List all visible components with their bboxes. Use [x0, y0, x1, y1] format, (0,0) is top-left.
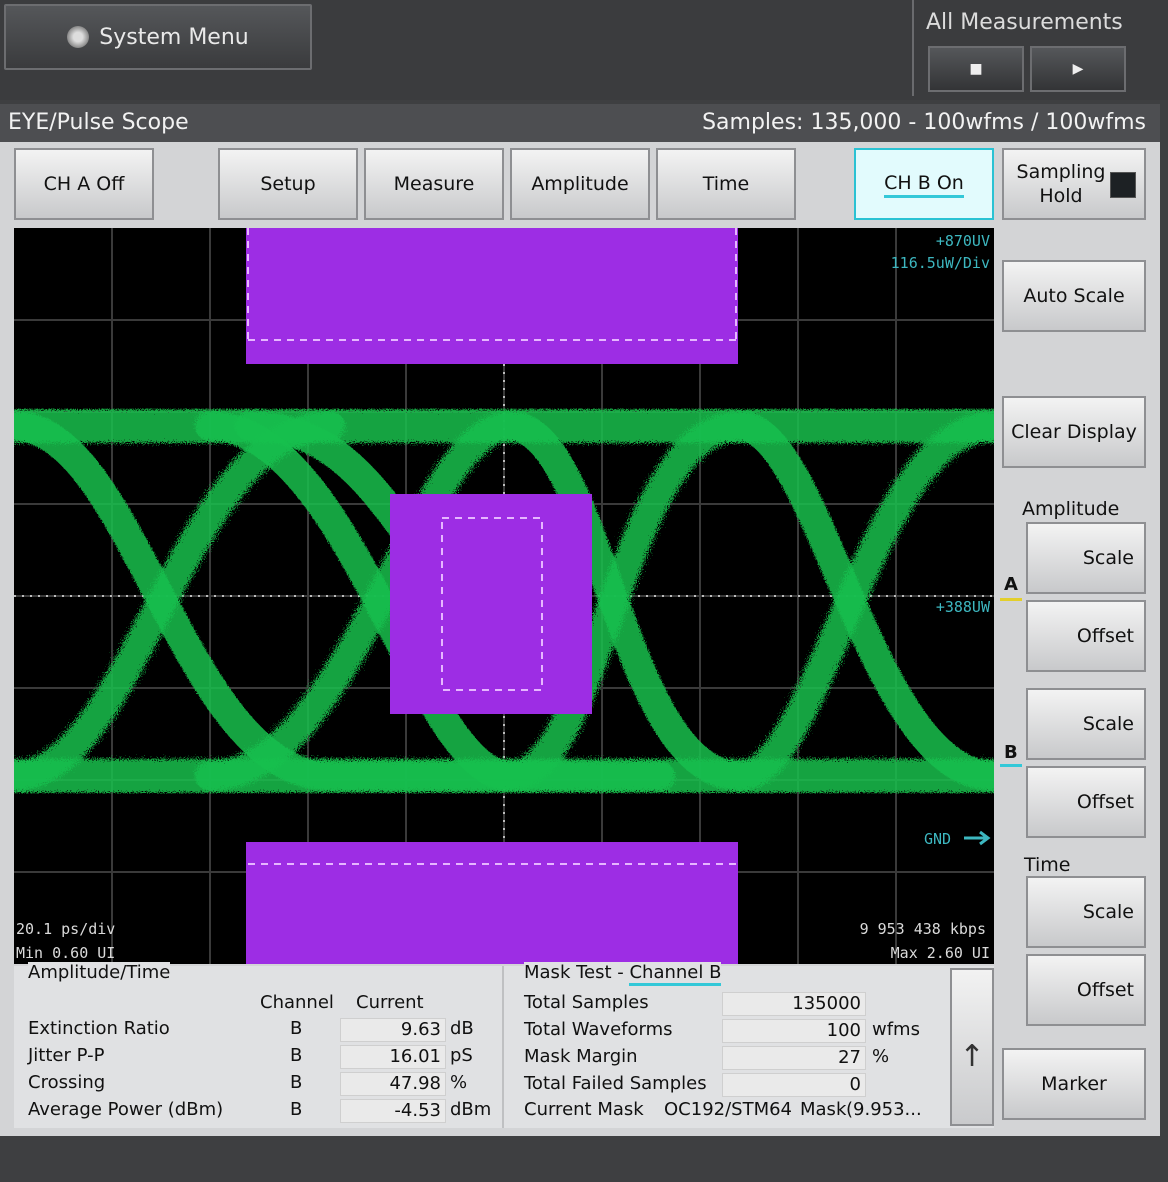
- mask-test-panel: Mask Test - Channel B Total Samples 1350…: [510, 962, 950, 1128]
- column-header-channel: Channel: [260, 992, 334, 1013]
- center-mask-region: [390, 494, 592, 714]
- setup-button[interactable]: Setup: [218, 148, 358, 220]
- mask-row-name: Total Failed Samples: [524, 1073, 707, 1094]
- measure-button[interactable]: Measure: [364, 148, 504, 220]
- amplitude-section-label: Amplitude: [1022, 498, 1120, 520]
- amplitude-a-offset-button[interactable]: Offset: [1026, 600, 1146, 672]
- measurement-results-area: Amplitude/Time Channel Current Extinctio…: [14, 962, 994, 1128]
- mask-value: (9.953...: [846, 1099, 922, 1120]
- mask-test-title: Mask Test - Channel B: [524, 962, 722, 986]
- offset-readout: +388UW: [935, 598, 990, 616]
- eye-diagram-display[interactable]: +870UV 116.5uW/Div +388UW GND 20.1 ps/di…: [14, 228, 994, 964]
- amplitude-b-offset-button[interactable]: Offset: [1026, 766, 1146, 838]
- time-section-label: Time: [1024, 854, 1071, 876]
- row-name: Average Power (dBm): [28, 1099, 224, 1120]
- amplitude-a-scale-button[interactable]: Scale: [1026, 522, 1146, 594]
- time-scale-button[interactable]: Scale: [1026, 876, 1146, 948]
- play-icon: ▶: [1072, 61, 1084, 77]
- run-button[interactable]: ▶: [1030, 46, 1126, 92]
- eye-pulse-scope-window: EYE/Pulse Scope Samples: 135,000 - 100wf…: [0, 104, 1160, 1136]
- time-button[interactable]: Time: [656, 148, 796, 220]
- amplitude-time-title: Amplitude/Time: [28, 962, 171, 983]
- row-value: 47.98: [340, 1072, 446, 1096]
- row-name: Extinction Ratio: [28, 1018, 170, 1039]
- top-right-amplitude: +870UV: [935, 232, 990, 250]
- mask-test-channel: Channel B: [629, 962, 722, 986]
- system-menu-label: System Menu: [99, 24, 249, 50]
- gnd-label: GND: [924, 830, 952, 848]
- system-menu-icon: [67, 26, 90, 48]
- row-value: 9.63: [340, 1018, 446, 1042]
- stop-button[interactable]: ■: [928, 46, 1024, 92]
- min-ui: Min 0.60 UI: [16, 944, 116, 962]
- row-unit: dBm: [450, 1099, 492, 1120]
- stop-icon: ■: [969, 61, 983, 77]
- results-scrollbar[interactable]: ↑: [950, 968, 994, 1126]
- eye-diagram-svg: [14, 228, 994, 964]
- window-title-bar: EYE/Pulse Scope Samples: 135,000 - 100wf…: [0, 104, 1160, 142]
- amplitude-per-div: 116.5uW/Div: [890, 254, 990, 272]
- row-channel: B: [290, 1018, 303, 1039]
- bottom-mask-region: [246, 842, 738, 964]
- row-channel: B: [290, 1072, 303, 1093]
- system-menu-button[interactable]: System Menu: [4, 4, 312, 70]
- mask-row-value: 135000: [722, 992, 866, 1016]
- current-mask-label: Current Mask: [524, 1099, 644, 1120]
- mask-row-name: Total Waveforms: [524, 1019, 673, 1040]
- clear-display-button[interactable]: Clear Display: [1002, 396, 1146, 468]
- channel-b-marker: B: [1004, 742, 1018, 763]
- all-measurements-title: All Measurements: [926, 10, 1123, 35]
- marker-button[interactable]: Marker: [1002, 1048, 1146, 1120]
- top-bar: System Menu All Measurements ■ ▶: [0, 0, 1168, 100]
- row-unit: dB: [450, 1018, 474, 1039]
- bitrate-readout: 9 953 438 kbps: [859, 920, 986, 938]
- channel-a-marker: A: [1004, 574, 1018, 595]
- sampling-hold-indicator: [1110, 172, 1136, 198]
- bottom-strip: [0, 1136, 1168, 1182]
- column-header-current: Current: [356, 992, 424, 1013]
- amplitude-button[interactable]: Amplitude: [510, 148, 650, 220]
- mask-row-value: 100: [722, 1019, 866, 1043]
- mask-row-name: Total Samples: [524, 992, 649, 1013]
- sampling-hold-button[interactable]: Sampling Hold: [1002, 148, 1146, 220]
- mask-row-unit: wfms: [872, 1019, 920, 1040]
- mask-row-value: 27: [722, 1046, 866, 1070]
- row-name: Crossing: [28, 1072, 106, 1093]
- time-offset-button[interactable]: Offset: [1026, 954, 1146, 1026]
- max-ui: Max 2.60 UI: [890, 944, 990, 962]
- auto-scale-button[interactable]: Auto Scale: [1002, 260, 1146, 332]
- row-value: 16.01: [340, 1045, 446, 1069]
- row-unit: pS: [450, 1045, 473, 1066]
- ch-b-on-button[interactable]: CH B On: [854, 148, 994, 220]
- ch-a-off-button[interactable]: CH A Off: [14, 148, 154, 220]
- window-title: EYE/Pulse Scope: [8, 110, 189, 135]
- channel-b-marker-line: [1000, 764, 1022, 767]
- samples-status: Samples: 135,000 - 100wfms / 100wfms: [702, 110, 1146, 135]
- amplitude-time-panel: Amplitude/Time Channel Current Extinctio…: [14, 962, 504, 1128]
- channel-a-marker-line: [1000, 598, 1022, 601]
- top-mask-region: [246, 228, 738, 364]
- row-unit: %: [450, 1072, 468, 1093]
- row-channel: B: [290, 1099, 303, 1120]
- row-name: Jitter P-P: [28, 1045, 105, 1066]
- row-value: -4.53: [340, 1099, 446, 1123]
- current-mask-value: OC192/STM64: [664, 1099, 793, 1120]
- time-per-div: 20.1 ps/div: [16, 920, 116, 938]
- mask-label: Mask: [800, 1099, 847, 1120]
- row-channel: B: [290, 1045, 303, 1066]
- mask-row-value: 0: [722, 1073, 866, 1097]
- gnd-arrow-icon: [964, 830, 991, 846]
- scroll-up-arrow-icon: ↑: [959, 1039, 985, 1074]
- mask-row-name: Mask Margin: [524, 1046, 638, 1067]
- amplitude-b-scale-button[interactable]: Scale: [1026, 688, 1146, 760]
- mask-row-unit: %: [872, 1046, 890, 1067]
